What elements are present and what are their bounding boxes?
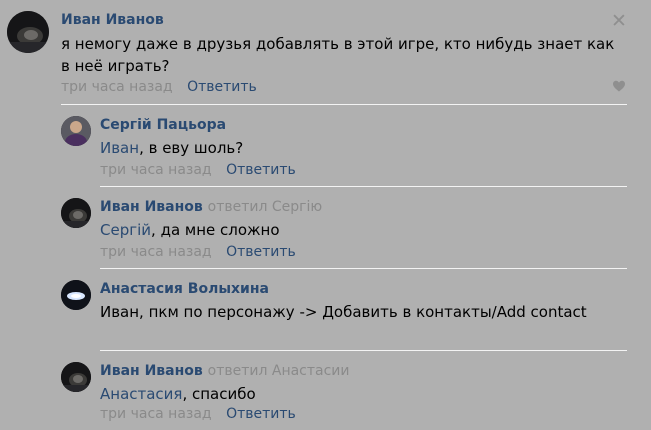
reply-time: три часа назад xyxy=(100,244,212,260)
comment-author[interactable]: Иван Иванов xyxy=(61,12,164,28)
avatar-image xyxy=(61,116,91,146)
heart-icon[interactable] xyxy=(612,79,626,93)
reply-body: , спасибо xyxy=(182,385,256,403)
reply-meta xyxy=(100,326,110,342)
reply-text: Иван, в еву шоль? xyxy=(100,137,600,159)
comment-time: три часа назад xyxy=(61,79,173,95)
reply-author-name[interactable]: Иван Иванов xyxy=(100,199,203,215)
reply-body: Иван, пкм по персонажу -> Добавить в кон… xyxy=(100,303,587,321)
reply-meta: три часа назад Ответить xyxy=(100,162,296,178)
reply-author[interactable]: Иван Иванов ответил Анастасии xyxy=(100,363,350,379)
avatar[interactable] xyxy=(7,11,49,53)
comment-meta: три часа назад Ответить xyxy=(61,79,257,95)
comment-thread: Иван Иванов я немогу даже в друзья добав… xyxy=(0,0,651,430)
reply-body: , в еву шоль? xyxy=(139,139,244,157)
reply-to-label: ответил Сергію xyxy=(207,199,323,215)
reply-time: три часа назад xyxy=(100,406,212,422)
mention-link[interactable]: Сергій xyxy=(100,221,151,239)
reply-meta: три часа назад Ответить xyxy=(100,406,296,422)
reply-author[interactable]: Сергій Пацьора xyxy=(100,117,226,133)
main-comment: Иван Иванов я немогу даже в друзья добав… xyxy=(0,0,651,106)
reply-text: Иван, пкм по персонажу -> Добавить в кон… xyxy=(100,301,620,323)
reply-comment: Иван Иванов ответил Анастасии Анастасия,… xyxy=(0,350,651,430)
reply-button[interactable]: Ответить xyxy=(226,244,296,260)
reply-author[interactable]: Анастасия Волыхина xyxy=(100,281,269,297)
reply-comment: Иван Иванов ответил Сергію Сергій, да мн… xyxy=(0,186,651,268)
reply-text: Анастасия, спасибо xyxy=(100,383,600,405)
avatar[interactable] xyxy=(61,362,91,392)
reply-to-label: ответил Анастасии xyxy=(207,363,350,379)
avatar[interactable] xyxy=(61,280,91,310)
avatar[interactable] xyxy=(61,116,91,146)
mention-link[interactable]: Анастасия xyxy=(100,385,182,403)
avatar-image xyxy=(61,280,91,310)
reply-text: Сергій, да мне сложно xyxy=(100,219,600,241)
reply-button[interactable]: Ответить xyxy=(187,79,257,95)
avatar-image xyxy=(61,198,91,228)
reply-button[interactable]: Ответить xyxy=(226,162,296,178)
avatar[interactable] xyxy=(61,198,91,228)
avatar-image xyxy=(7,11,49,53)
reply-author-name[interactable]: Иван Иванов xyxy=(100,363,203,379)
mention-link[interactable]: Иван xyxy=(100,139,139,157)
reply-comment: Анастасия Волыхина Иван, пкм по персонаж… xyxy=(0,268,651,350)
reply-meta: три часа назад Ответить xyxy=(100,244,296,260)
comment-text: я немогу даже в друзья добавлять в этой … xyxy=(61,35,615,75)
reply-author-name[interactable]: Сергій Пацьора xyxy=(100,117,226,133)
reply-body: , да мне сложно xyxy=(151,221,280,239)
avatar-image xyxy=(61,362,91,392)
reply-time: три часа назад xyxy=(100,162,212,178)
reply-comment: Сергій Пацьора Иван, в еву шоль? три час… xyxy=(0,104,651,186)
close-icon[interactable]: ✕ xyxy=(610,12,628,31)
reply-button[interactable]: Ответить xyxy=(226,406,296,422)
reply-author-name[interactable]: Анастасия Волыхина xyxy=(100,281,269,297)
reply-author[interactable]: Иван Иванов ответил Сергію xyxy=(100,199,322,215)
